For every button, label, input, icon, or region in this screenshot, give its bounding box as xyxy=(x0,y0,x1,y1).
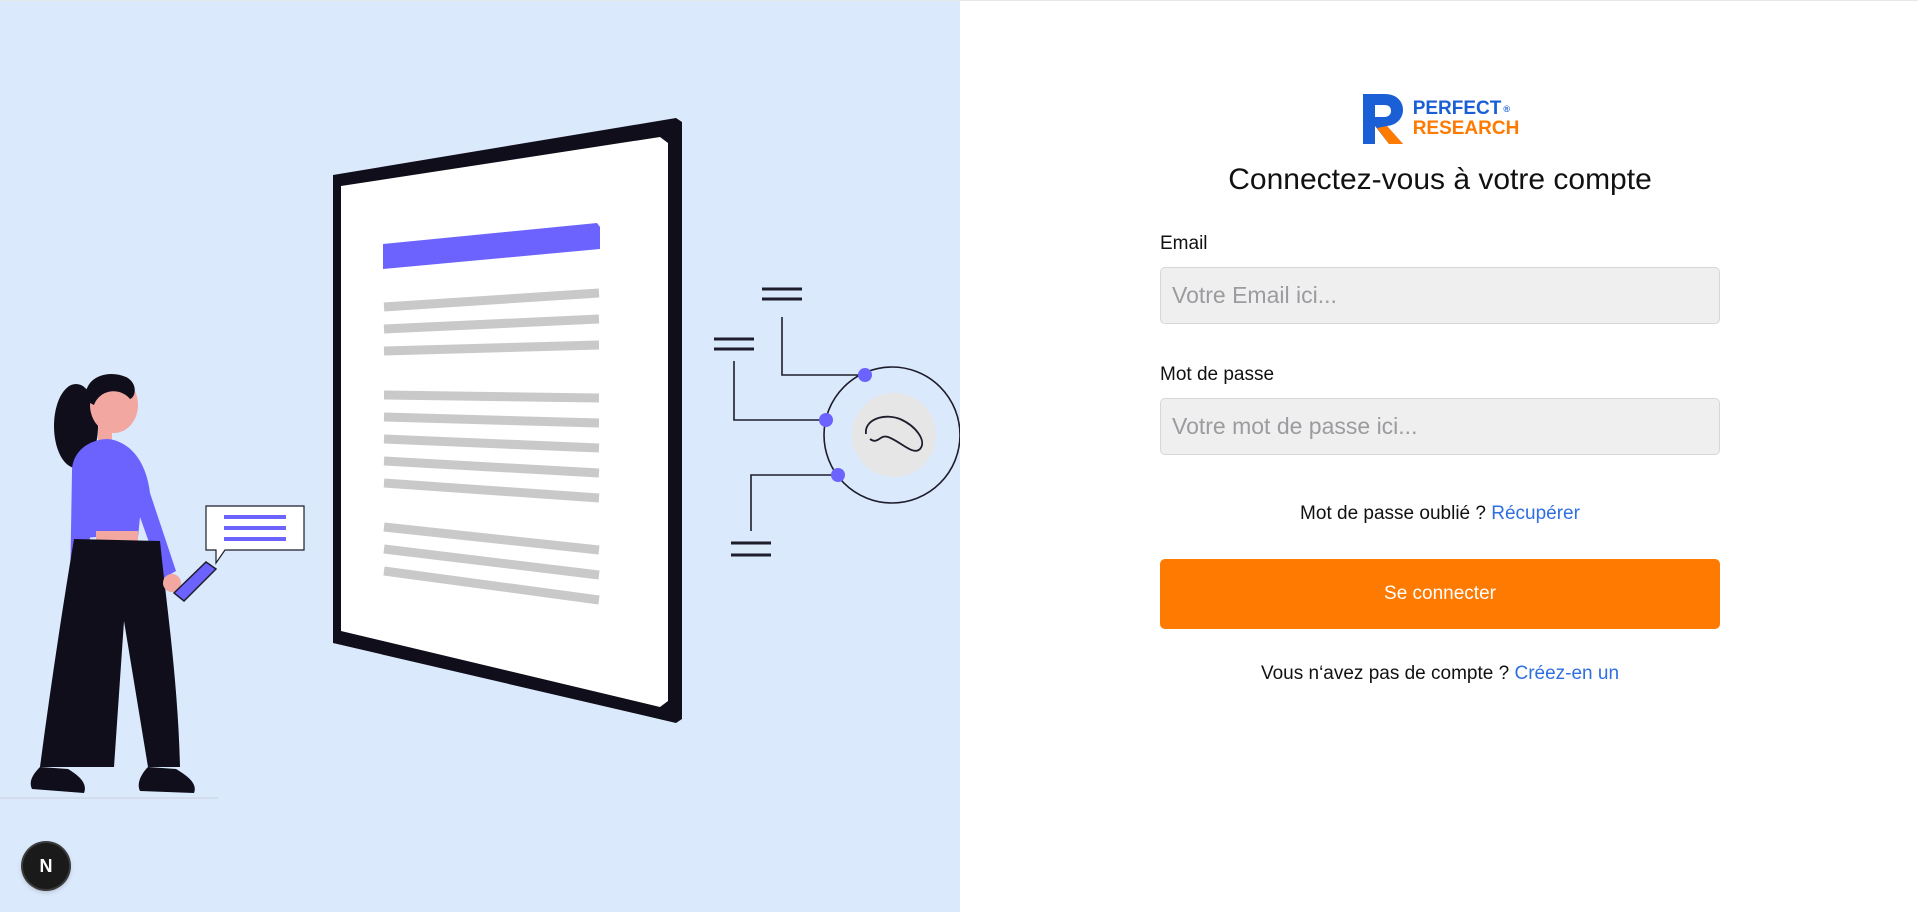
recover-password-link[interactable]: Récupérer xyxy=(1491,503,1580,524)
chat-bubble-icon xyxy=(205,505,305,565)
password-field[interactable] xyxy=(1160,398,1720,455)
email-label: Email xyxy=(1160,233,1208,254)
login-page: N PERFECT ® RESEARCH Connectez-vous à vot… xyxy=(0,0,1918,912)
logo-line-perfect: PERFECT xyxy=(1412,98,1502,119)
page-title: Connectez-vous à votre compte xyxy=(1228,163,1652,196)
brand-logo[interactable]: PERFECT ® RESEARCH xyxy=(1160,91,1720,147)
email-field[interactable] xyxy=(1160,267,1720,324)
logo-mark-icon xyxy=(1362,94,1403,144)
fingerprint-icon xyxy=(714,287,960,557)
illustration-panel: N xyxy=(0,1,960,912)
login-form-panel: PERFECT ® RESEARCH Connectez-vous à votre… xyxy=(960,1,1918,912)
create-account-link[interactable]: Créez-en un xyxy=(1514,663,1619,684)
logo-wordmark: PERFECT ® RESEARCH xyxy=(1413,99,1520,139)
login-button[interactable]: Se connecter xyxy=(1160,559,1720,629)
person-with-phone-icon xyxy=(30,374,218,793)
password-label: Mot de passe xyxy=(1160,364,1275,385)
document-icon xyxy=(333,118,682,723)
forgot-password-text: Mot de passe oublié ? xyxy=(1300,503,1486,524)
registered-mark: ® xyxy=(1503,104,1511,114)
dev-tools-badge[interactable]: N xyxy=(23,843,69,889)
signup-row: Vous n‘avez pas de compte ? Créez-en un xyxy=(1160,663,1720,685)
login-illustration xyxy=(0,118,960,799)
signup-text: Vous n‘avez pas de compte ? xyxy=(1260,663,1510,684)
login-form: PERFECT ® RESEARCH Connectez-vous à votre… xyxy=(1160,91,1720,685)
logo-line-research: RESEARCH xyxy=(1412,118,1520,139)
forgot-password-row: Mot de passe oublié ? Récupérer xyxy=(1160,503,1720,525)
